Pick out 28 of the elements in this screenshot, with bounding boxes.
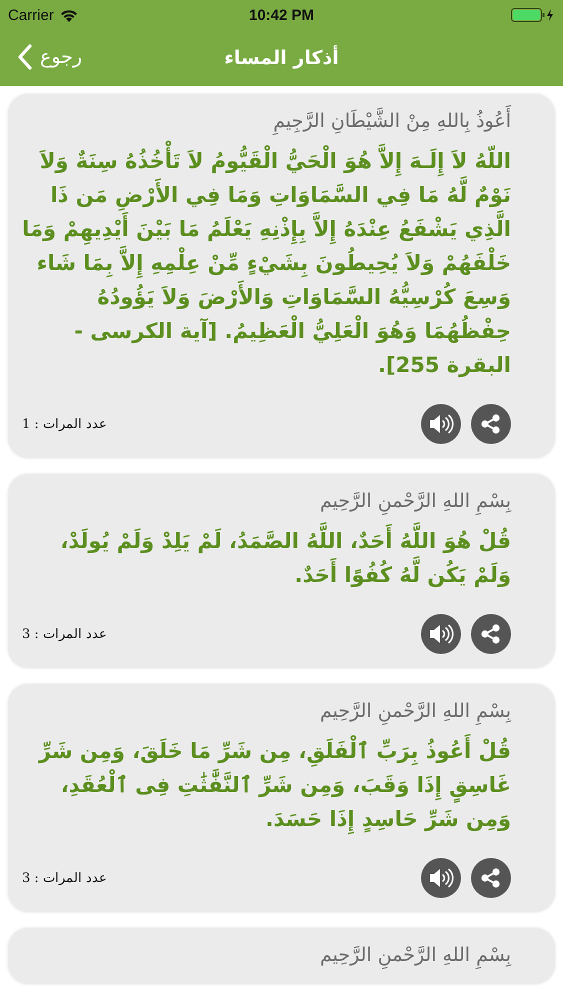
- status-time: 10:42 PM: [248, 6, 314, 24]
- dhikr-text: قُلْ أَعُوذُ بِرَبِّ ٱلْفَلَقِ، مِن شَرِّ مَا خَلَقَ، وَمِن شَرِّ غَاسِقٍ إِذَا وَقَبَ، وَمِن شَرِّ ٱلنَّفَّٰثَٰتِ فِى ٱلْعُقَدِ، وَمِن شَرِّ حَاسِدٍ إِذَا حَسَدَ.: [22, 734, 511, 836]
- chevron-left-icon: [18, 44, 32, 70]
- repeat-count: عدد المرات : 3: [22, 870, 108, 886]
- card-heading: بِسْمِ اللهِ الرَّحْمنِ الرَّحِيم: [22, 486, 511, 516]
- speaker-icon: [428, 867, 454, 889]
- share-button[interactable]: [471, 858, 511, 898]
- speaker-icon: [428, 623, 454, 645]
- share-icon: [480, 413, 502, 435]
- back-button[interactable]: رجوع: [16, 42, 84, 72]
- dhikr-text: قُلْ هُوَ اللَّهُ أَحَدٌ، اللَّهُ الصَّمَدُ، لَمْ يَلِدْ وَلَمْ يُولَدْ، وَلَمْ يَكُن لَّهُ كُفُوًا أَحَدٌ.: [22, 524, 511, 592]
- speaker-icon: [428, 413, 454, 435]
- card-heading: بِسْمِ اللهِ الرَّحْمنِ الرَّحِيم: [22, 696, 511, 726]
- screen-title: أذكار المساء: [224, 47, 339, 69]
- share-button[interactable]: [471, 614, 511, 654]
- audio-button[interactable]: [421, 614, 461, 654]
- battery-icon: [511, 8, 555, 22]
- carrier-label: Carrier: [8, 6, 54, 24]
- wifi-icon: [60, 8, 78, 22]
- share-button[interactable]: [471, 404, 511, 444]
- card-heading: بِسْمِ اللهِ الرَّحْمنِ الرَّحِيم: [22, 940, 511, 970]
- audio-button[interactable]: [421, 858, 461, 898]
- repeat-count: عدد المرات : 1: [22, 416, 108, 432]
- share-icon: [480, 867, 502, 889]
- repeat-count: عدد المرات : 3: [22, 626, 108, 642]
- card-heading: أَعُوذُ بِاللهِ مِنْ الشَّيْطَانِ الرَّجِيمِ: [22, 106, 511, 136]
- audio-button[interactable]: [421, 404, 461, 444]
- share-icon: [480, 623, 502, 645]
